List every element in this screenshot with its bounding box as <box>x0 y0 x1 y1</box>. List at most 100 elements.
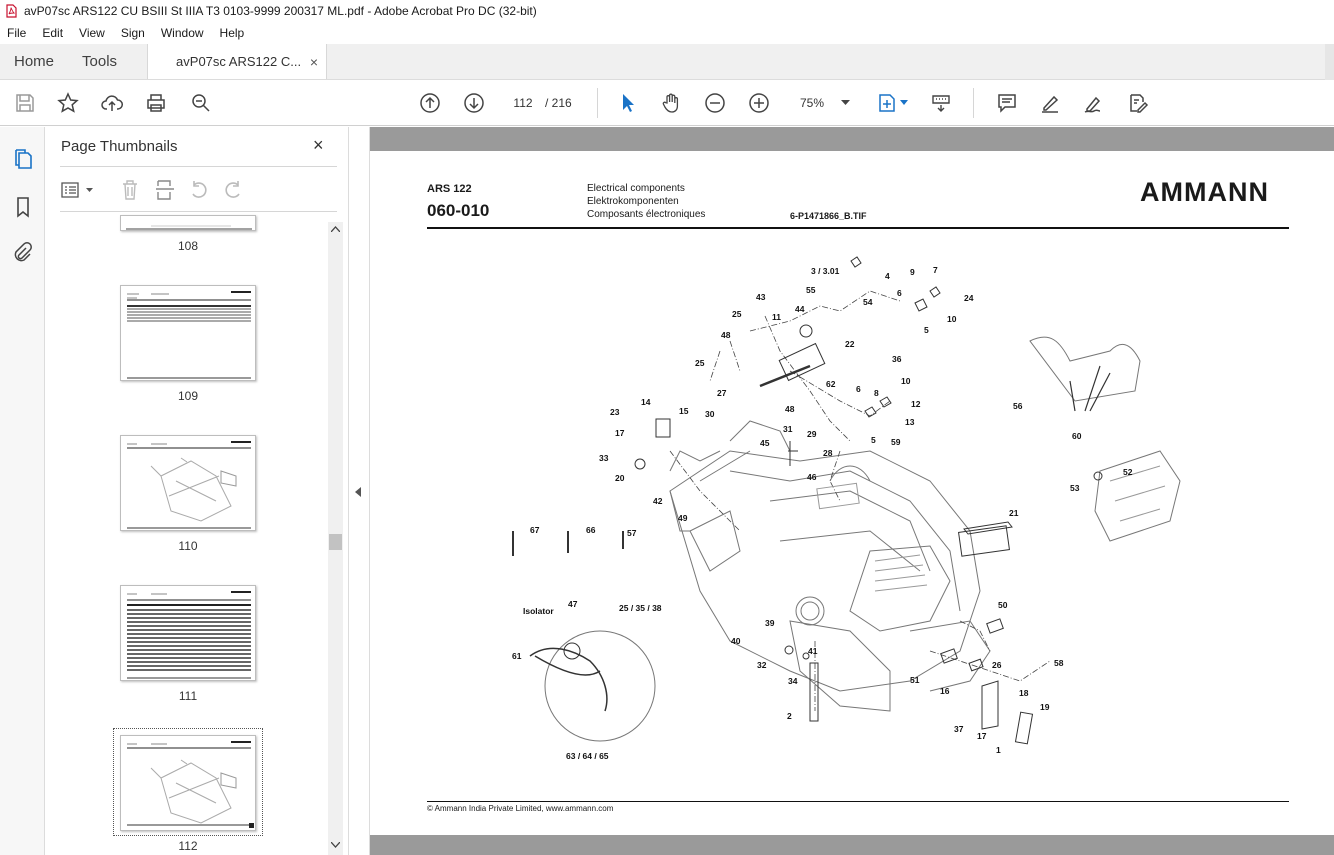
callout: 49 <box>678 513 688 523</box>
menu-bar: File Edit View Sign Window Help <box>0 22 1334 44</box>
rotate-cw-icon[interactable] <box>222 179 244 201</box>
menu-file[interactable]: File <box>6 24 27 42</box>
attachment-icon[interactable] <box>11 241 35 265</box>
thumbnail-108[interactable] <box>120 215 256 231</box>
rotate-ccw-icon[interactable] <box>188 179 210 201</box>
thumbnail-109[interactable] <box>120 285 256 381</box>
comment-icon[interactable] <box>994 90 1020 116</box>
delete-page-icon[interactable] <box>120 179 140 201</box>
zoom-select[interactable]: 75% <box>792 91 854 115</box>
main-toolbar: 112 / 216 75% <box>0 80 1334 126</box>
page-up-icon[interactable] <box>417 90 443 116</box>
navigation-rail <box>0 127 45 855</box>
scrollbar-thumb[interactable] <box>329 534 342 550</box>
callout: 43 <box>756 292 766 302</box>
page-thumbnails-icon[interactable] <box>11 147 35 171</box>
panel-close-icon[interactable]: × <box>313 135 324 156</box>
callout: 32 <box>757 660 767 670</box>
copyright-footer: © Ammann India Private Limited, www.amma… <box>427 804 614 813</box>
callout: 4 <box>885 271 890 281</box>
divider <box>60 211 337 212</box>
keyboard-icon[interactable] <box>928 90 954 116</box>
callout: 48 <box>785 404 795 414</box>
callout: 31 <box>783 424 793 434</box>
thumbnail-112[interactable] <box>120 735 256 831</box>
callout: 34 <box>788 676 798 686</box>
callout: 20 <box>615 473 625 483</box>
zoom-out-icon[interactable] <box>702 90 728 116</box>
thumbnail-options-icon[interactable] <box>60 181 96 199</box>
thumbnail-label: 109 <box>177 389 199 403</box>
callout: 56 <box>1013 401 1023 411</box>
collapse-panel-icon[interactable] <box>355 487 361 497</box>
callout: 1 <box>996 745 1001 755</box>
print-icon[interactable] <box>143 90 169 116</box>
document-viewer[interactable]: ARS 122 060-010 Electrical components El… <box>370 127 1334 855</box>
bookmark-star-icon[interactable] <box>55 90 81 116</box>
fit-page-icon[interactable] <box>874 90 900 116</box>
callout: 28 <box>823 448 833 458</box>
panel-splitter[interactable] <box>348 127 370 855</box>
highlight-icon[interactable] <box>1037 90 1063 116</box>
callout: 30 <box>705 409 715 419</box>
callout: 24 <box>964 293 974 303</box>
hand-icon[interactable] <box>658 90 684 116</box>
callout: 51 <box>910 675 920 685</box>
find-zoom-icon[interactable] <box>188 90 214 116</box>
sign-icon[interactable] <box>1081 90 1107 116</box>
callout: 59 <box>891 437 901 447</box>
callout: 22 <box>845 339 855 349</box>
callout: 11 <box>772 312 781 322</box>
callout: 16 <box>940 686 950 696</box>
exploded-parts-drawing: 3 / 3.01 4 9 7 55 54 6 24 10 5 43 25 44 … <box>512 256 1181 761</box>
callout: 25 <box>695 358 705 368</box>
tab-tools[interactable]: Tools <box>68 44 131 79</box>
callout: 9 <box>910 267 915 277</box>
thumbnail-110[interactable] <box>120 435 256 531</box>
callout: 40 <box>731 636 741 646</box>
fit-dropdown-chevron-icon[interactable] <box>900 100 908 106</box>
toolbar-divider <box>973 88 974 118</box>
extract-page-icon[interactable] <box>154 179 176 201</box>
callout: 47 <box>568 599 578 609</box>
page-down-icon[interactable] <box>461 90 487 116</box>
pdf-page: ARS 122 060-010 Electrical components El… <box>370 151 1334 835</box>
fill-sign-icon[interactable] <box>1125 90 1151 116</box>
tab-document[interactable]: avP07sc ARS122 C... × <box>147 44 328 79</box>
callout: 41 <box>808 646 818 656</box>
callout: 54 <box>863 297 873 307</box>
callout: 27 <box>717 388 727 398</box>
callout: 66 <box>586 525 596 535</box>
menu-view[interactable]: View <box>78 24 106 42</box>
callout: 62 <box>826 379 836 389</box>
callout: 33 <box>599 453 609 463</box>
select-cursor-icon[interactable] <box>615 90 641 116</box>
bookmark-icon[interactable] <box>11 195 35 219</box>
callout: 5 <box>924 325 929 335</box>
menu-edit[interactable]: Edit <box>41 24 64 42</box>
menu-help[interactable]: Help <box>219 24 246 42</box>
callout: 14 <box>641 397 651 407</box>
thumbnail-tools <box>60 177 340 203</box>
zoom-in-icon[interactable] <box>746 90 772 116</box>
tab-close-icon[interactable]: × <box>310 54 318 70</box>
thumbnail-label: 110 <box>178 539 198 553</box>
callout: 50 <box>998 600 1008 610</box>
menu-sign[interactable]: Sign <box>120 24 146 42</box>
footer-rule <box>427 801 1289 802</box>
thumbnail-scrollbar[interactable] <box>328 222 343 855</box>
callout: 36 <box>892 354 902 364</box>
scroll-up-icon[interactable] <box>331 226 340 232</box>
tab-home[interactable]: Home <box>0 44 68 79</box>
thumbnail-111[interactable] <box>120 585 256 681</box>
callout: 26 <box>992 660 1002 670</box>
window-title: avP07sc ARS122 CU BSIII St IIIA T3 0103-… <box>24 4 537 18</box>
callout: 25 / 35 / 38 <box>619 603 662 613</box>
page-number-input[interactable]: 112 <box>506 91 540 115</box>
upload-icon[interactable] <box>99 90 125 116</box>
callout: 10 <box>947 314 957 324</box>
menu-window[interactable]: Window <box>160 24 205 42</box>
save-icon[interactable] <box>12 90 38 116</box>
scroll-down-icon[interactable] <box>331 842 340 848</box>
window-scrollbar-stub <box>1325 44 1334 80</box>
